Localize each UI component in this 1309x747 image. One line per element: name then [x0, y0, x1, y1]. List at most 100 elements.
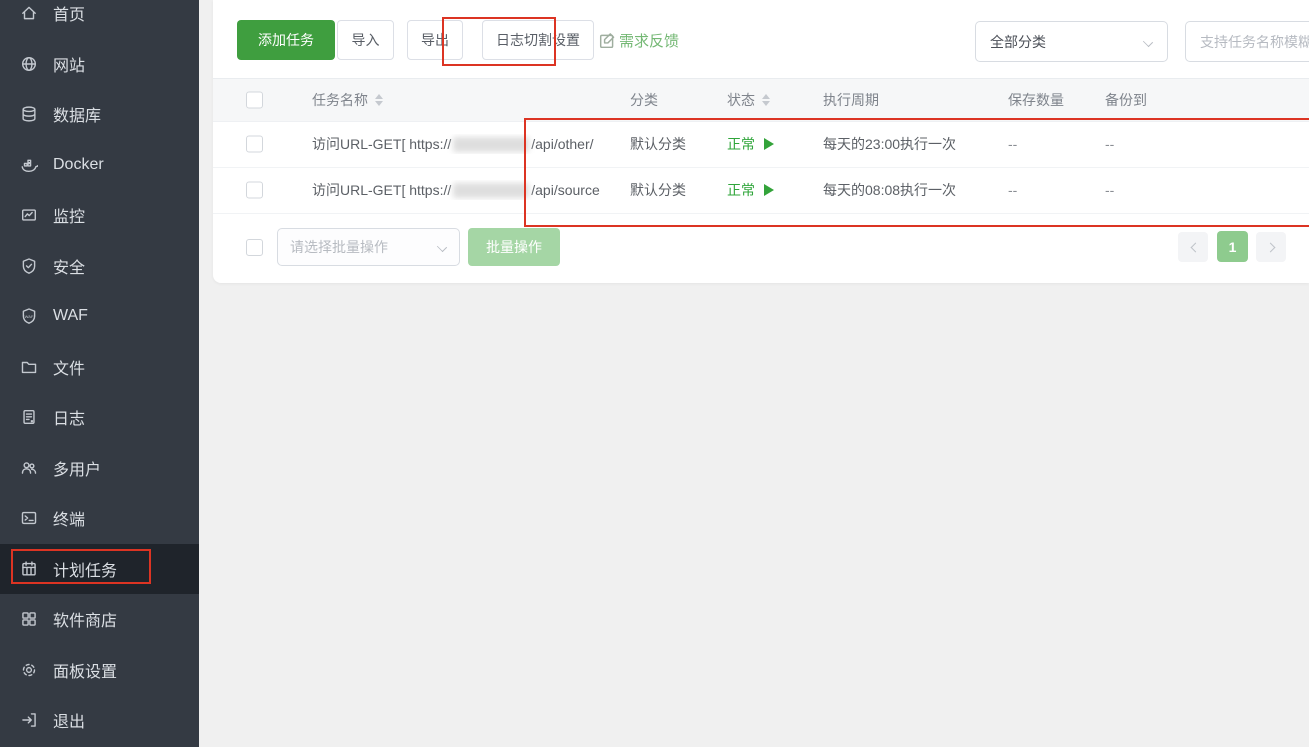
table-header: 任务名称 分类 状态 执行周期 保存数量 备份到 — [213, 78, 1309, 122]
sidebar-item-logs[interactable]: 日志 — [0, 392, 199, 443]
sidebar-item-files[interactable]: 文件 — [0, 342, 199, 393]
sidebar-item-label: 退出 — [53, 708, 85, 732]
cycle-cell: 每天的23:00执行一次 — [823, 134, 956, 154]
sidebar-item-label: 文件 — [53, 355, 85, 379]
status-badge: 正常 — [727, 134, 755, 154]
task-name-cell[interactable]: 访问URL-GET[ https:///api/source — [312, 180, 619, 200]
sidebar-item-label: 计划任务 — [53, 557, 117, 581]
sidebar-item-label: 安全 — [53, 254, 85, 278]
sidebar-item-database[interactable]: 数据库 — [0, 89, 199, 140]
category-cell: 默认分类 — [630, 134, 686, 154]
feedback-link[interactable]: 需求反馈 — [599, 20, 679, 60]
sidebar-item-label: 软件商店 — [53, 607, 117, 631]
batch-operation-button[interactable]: 批量操作 — [468, 228, 560, 266]
sidebar-item-label: WAF — [53, 307, 88, 325]
export-button[interactable]: 导出 — [407, 20, 463, 60]
column-header-status[interactable]: 状态 — [727, 90, 770, 110]
feedback-label: 需求反馈 — [619, 30, 679, 51]
users-icon — [20, 459, 38, 477]
import-button[interactable]: 导入 — [337, 20, 394, 60]
table-row: 访问URL-GET[ https:///api/source 默认分类 正常 每… — [213, 167, 1309, 214]
select-all-checkbox[interactable] — [246, 92, 263, 109]
backup-to-cell: -- — [1105, 136, 1114, 152]
chevron-down-icon — [437, 242, 447, 252]
sidebar-item-label: Docker — [53, 156, 104, 174]
cron-tasks-card: 添加任务 导入 导出 日志切割设置 需求反馈 全部分类 任务名称 分类 状态 — [213, 0, 1309, 283]
globe-icon — [20, 55, 38, 73]
sidebar-item-settings[interactable]: 面板设置 — [0, 645, 199, 696]
run-task-icon[interactable] — [764, 184, 774, 196]
batch-operation-placeholder: 请选择批量操作 — [290, 237, 388, 257]
sidebar-item-label: 面板设置 — [53, 658, 117, 682]
backup-to-cell: -- — [1105, 182, 1114, 198]
sidebar-item-label: 日志 — [53, 405, 85, 429]
sidebar-item-security[interactable]: 安全 — [0, 241, 199, 292]
sidebar-item-waf[interactable]: WAF WAF — [0, 291, 199, 342]
prev-page-button[interactable] — [1178, 232, 1208, 262]
sidebar-item-label: 数据库 — [53, 102, 101, 126]
row-checkbox[interactable] — [246, 182, 263, 199]
row-checkbox[interactable] — [246, 136, 263, 153]
sidebar-item-website[interactable]: 网站 — [0, 39, 199, 90]
batch-operation-select[interactable]: 请选择批量操作 — [277, 228, 460, 266]
terminal-icon — [20, 509, 38, 527]
sidebar-item-label: 首页 — [53, 1, 85, 25]
monitor-icon — [20, 206, 38, 224]
redacted-domain — [453, 137, 529, 152]
task-search-input[interactable] — [1185, 21, 1309, 62]
sidebar-item-label: 多用户 — [53, 456, 101, 480]
panel-app: 首页 网站 数据库 Docker 监控 安全 — [0, 0, 1309, 747]
sidebar-item-cron-tasks[interactable]: 计划任务 — [0, 544, 199, 595]
cycle-cell: 每天的08:08执行一次 — [823, 180, 956, 200]
shield-waf-icon: WAF — [20, 307, 38, 325]
add-task-button[interactable]: 添加任务 — [237, 20, 335, 60]
column-header-category: 分类 — [630, 90, 658, 110]
app-grid-icon — [20, 610, 38, 628]
sidebar-item-terminal[interactable]: 终端 — [0, 493, 199, 544]
category-cell: 默认分类 — [630, 180, 686, 200]
sidebar-item-multiuser[interactable]: 多用户 — [0, 443, 199, 494]
column-header-backup-to: 备份到 — [1105, 90, 1147, 110]
logout-icon — [20, 711, 38, 729]
table-row: 访问URL-GET[ https:///api/other/ 默认分类 正常 每… — [213, 121, 1309, 168]
task-name-cell[interactable]: 访问URL-GET[ https:///api/other/ — [312, 134, 619, 154]
sidebar-item-label: 终端 — [53, 506, 85, 530]
log-split-settings-button[interactable]: 日志切割设置 — [482, 20, 594, 60]
status-badge: 正常 — [727, 180, 755, 200]
run-task-icon[interactable] — [764, 138, 774, 150]
sidebar-item-label: 监控 — [53, 203, 85, 227]
sidebar-item-docker[interactable]: Docker — [0, 140, 199, 191]
keep-count-cell: -- — [1008, 182, 1017, 198]
category-filter-select[interactable]: 全部分类 — [975, 21, 1168, 62]
column-header-task-name[interactable]: 任务名称 — [312, 90, 619, 110]
database-icon — [20, 105, 38, 123]
sidebar-item-logout[interactable]: 退出 — [0, 695, 199, 746]
calendar-icon — [20, 560, 38, 578]
current-page-button[interactable]: 1 — [1217, 231, 1248, 262]
docker-icon — [20, 156, 38, 174]
sort-icon[interactable] — [762, 94, 770, 106]
column-header-keep-count: 保存数量 — [1008, 90, 1064, 110]
keep-count-cell: -- — [1008, 136, 1017, 152]
sidebar-item-label: 网站 — [53, 52, 85, 76]
sidebar-item-monitor[interactable]: 监控 — [0, 190, 199, 241]
sidebar-item-appstore[interactable]: 软件商店 — [0, 594, 199, 645]
redacted-domain — [453, 183, 529, 198]
shield-check-icon — [20, 257, 38, 275]
category-filter-value: 全部分类 — [990, 32, 1046, 52]
sort-icon[interactable] — [375, 94, 383, 106]
column-header-cycle: 执行周期 — [823, 90, 879, 110]
footer-select-all-checkbox[interactable] — [246, 239, 263, 256]
chevron-down-icon — [1143, 37, 1153, 47]
folder-icon — [20, 358, 38, 376]
log-file-icon — [20, 408, 38, 426]
gear-icon — [20, 661, 38, 679]
sidebar-nav: 首页 网站 数据库 Docker 监控 安全 — [0, 0, 199, 746]
svg-text:WAF: WAF — [25, 314, 34, 319]
feedback-edit-icon — [599, 32, 616, 49]
chevron-left-icon — [1189, 243, 1198, 252]
sidebar: 首页 网站 数据库 Docker 监控 安全 — [0, 0, 199, 747]
sidebar-item-home[interactable]: 首页 — [0, 0, 199, 39]
chevron-right-icon — [1267, 243, 1276, 252]
next-page-button[interactable] — [1256, 232, 1286, 262]
